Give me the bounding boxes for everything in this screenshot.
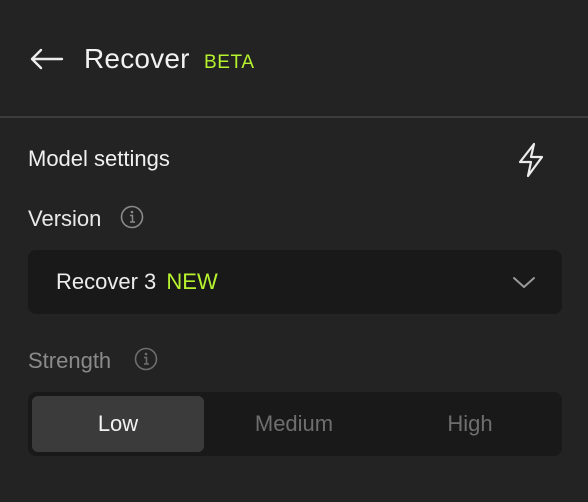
info-icon[interactable] bbox=[120, 205, 144, 229]
strength-option-high[interactable]: High bbox=[384, 396, 556, 452]
version-selected-label: Recover 3 bbox=[56, 269, 157, 294]
back-button[interactable] bbox=[26, 42, 66, 76]
lightning-bolt-icon bbox=[518, 142, 544, 178]
beta-badge: BETA bbox=[204, 52, 255, 73]
header-divider bbox=[0, 116, 588, 118]
strength-option-low[interactable]: Low bbox=[32, 396, 204, 452]
info-icon[interactable] bbox=[134, 347, 158, 371]
strength-option-medium[interactable]: Medium bbox=[208, 396, 380, 452]
arrow-left-icon bbox=[30, 48, 64, 70]
lightning-bolt-button[interactable] bbox=[512, 140, 550, 180]
recover-settings-panel: Recover BETA Model settings Version Reco… bbox=[0, 0, 588, 502]
version-label: Version bbox=[28, 206, 102, 231]
version-select-value: Recover 3 NEW bbox=[56, 268, 218, 296]
panel-header: Recover BETA bbox=[0, 0, 588, 116]
strength-segmented-control: Low Medium High bbox=[28, 392, 562, 456]
page-title: Recover bbox=[84, 43, 190, 74]
chevron-down-icon bbox=[513, 277, 535, 288]
new-badge: NEW bbox=[166, 269, 218, 294]
section-title: Model settings bbox=[28, 146, 170, 171]
version-select[interactable]: Recover 3 NEW bbox=[28, 250, 562, 314]
strength-label: Strength bbox=[28, 348, 112, 373]
